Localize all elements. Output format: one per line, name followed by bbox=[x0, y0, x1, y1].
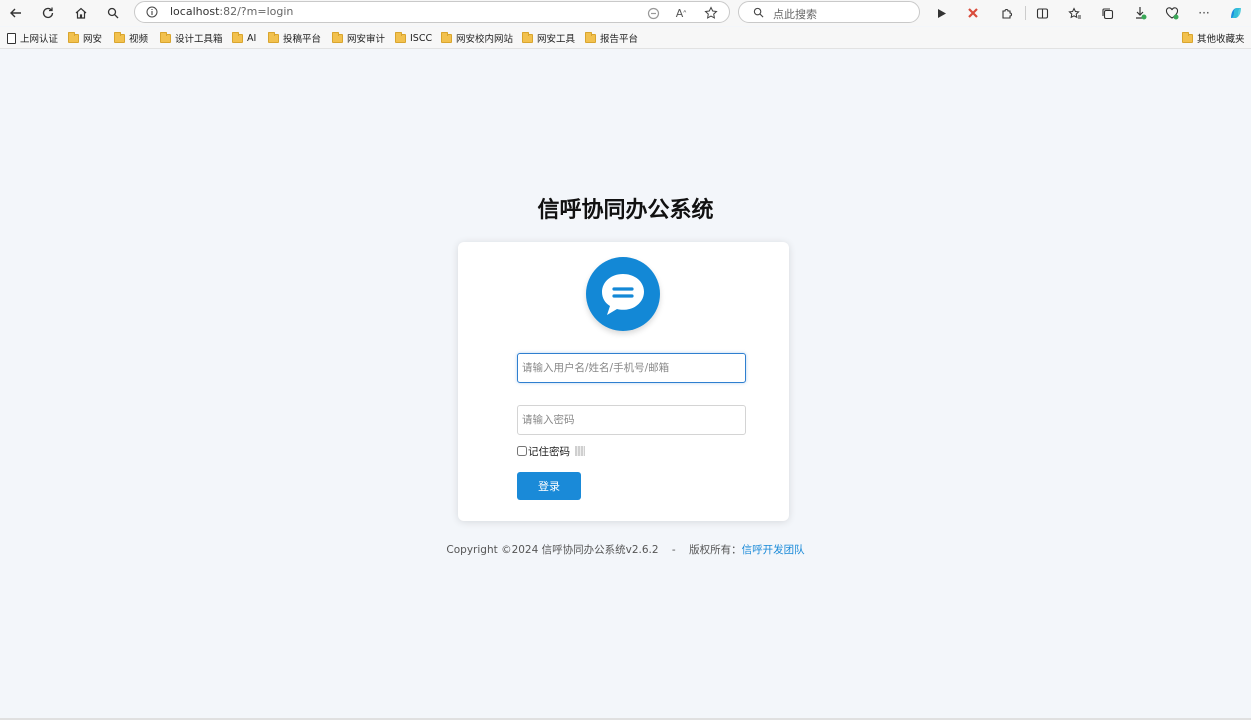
username-input[interactable] bbox=[517, 353, 746, 383]
address-bar[interactable]: localhost:82/?m=login Aᴬ bbox=[134, 1, 730, 23]
bookmarks-bar: 上网认证 网安 视频 设计工具箱 AI 投稿平台 网安审计 ISCC 网安校内网… bbox=[0, 27, 1251, 49]
folder-icon bbox=[585, 31, 596, 43]
back-icon[interactable] bbox=[6, 3, 26, 23]
folder-icon bbox=[1182, 31, 1193, 43]
read-aloud-icon[interactable]: Aᴬ bbox=[673, 5, 689, 21]
bookmark-folder[interactable]: 投稿平台 bbox=[268, 31, 321, 45]
folder-icon bbox=[68, 31, 79, 43]
folder-icon bbox=[395, 31, 406, 43]
page-icon bbox=[7, 32, 16, 44]
bookmark-label: 报告平台 bbox=[600, 34, 639, 45]
folder-icon bbox=[160, 31, 171, 43]
extension-icon[interactable] bbox=[963, 3, 983, 23]
bookmark-folder[interactable]: 网安审计 bbox=[332, 31, 385, 45]
qr-code-icon[interactable] bbox=[575, 446, 585, 456]
copilot-icon[interactable] bbox=[1226, 3, 1246, 23]
login-button[interactable]: 登录 bbox=[517, 472, 581, 500]
bookmark-folder[interactable]: 设计工具箱 bbox=[160, 31, 223, 45]
folder-icon bbox=[332, 31, 343, 43]
url-text: localhost:82/?m=login bbox=[170, 5, 293, 18]
bookmark-label: AI bbox=[247, 32, 257, 44]
remember-label: 记住密码 bbox=[528, 445, 570, 458]
bookmark-label: 视频 bbox=[129, 34, 149, 45]
browser-toolbar: localhost:82/?m=login Aᴬ 点此搜索 ··· bbox=[0, 0, 1251, 26]
folder-icon bbox=[268, 31, 279, 43]
bookmark-folder[interactable]: AI bbox=[232, 31, 256, 45]
bookmark-folder[interactable]: 网安 bbox=[68, 31, 102, 45]
footer-separator: - bbox=[671, 544, 676, 556]
folder-icon bbox=[522, 31, 533, 43]
bookmark-label: 网安 bbox=[83, 34, 103, 45]
bookmark-label: 其他收藏夹 bbox=[1197, 34, 1245, 45]
info-icon[interactable] bbox=[145, 5, 159, 19]
favorite-star-icon[interactable] bbox=[703, 5, 719, 21]
puzzle-icon[interactable] bbox=[996, 3, 1016, 23]
bookmark-label: ISCC bbox=[410, 32, 433, 44]
folder-icon bbox=[232, 31, 243, 43]
url-rest: :82/?m=login bbox=[219, 5, 294, 18]
bookmark-folder[interactable]: 报告平台 bbox=[585, 31, 638, 45]
toolbar-divider bbox=[1025, 6, 1026, 20]
bookmark-label: 网安校内网站 bbox=[456, 34, 514, 45]
bookmark-folder[interactable]: 视频 bbox=[114, 31, 148, 45]
bookmark-folder[interactable]: 网安工具 bbox=[522, 31, 575, 45]
translate-icon[interactable] bbox=[645, 5, 661, 21]
more-icon[interactable]: ··· bbox=[1194, 3, 1214, 23]
bookmark-label: 网安工具 bbox=[537, 34, 576, 45]
login-card: 记住密码 登录 bbox=[458, 242, 789, 521]
remember-password[interactable]: 记住密码 bbox=[517, 444, 570, 458]
search-icon[interactable] bbox=[103, 3, 123, 23]
refresh-icon[interactable] bbox=[38, 3, 58, 23]
footer-team-link[interactable]: 信呼开发团队 bbox=[742, 544, 805, 556]
play-icon[interactable] bbox=[931, 3, 951, 23]
home-icon[interactable] bbox=[71, 3, 91, 23]
footer-rights: 版权所有： bbox=[689, 544, 742, 556]
folder-icon bbox=[114, 31, 125, 43]
footer: Copyright ©2024 信呼协同办公系统v2.6.2 - 版权所有：信呼… bbox=[0, 542, 1251, 557]
collections-icon[interactable] bbox=[1097, 3, 1117, 23]
bookmark-label: 投稿平台 bbox=[283, 34, 322, 45]
bookmark-item[interactable]: 上网认证 bbox=[7, 31, 58, 45]
favorites-icon[interactable] bbox=[1065, 3, 1085, 23]
url-host: localhost bbox=[170, 5, 220, 18]
bookmark-folder[interactable]: ISCC bbox=[395, 31, 432, 45]
page-title: 信呼协同办公系统 bbox=[537, 198, 714, 223]
password-input[interactable] bbox=[517, 405, 746, 435]
chat-bubble-icon bbox=[586, 257, 660, 331]
footer-copyright: Copyright ©2024 信呼协同办公系统v2.6.2 bbox=[446, 544, 659, 556]
browser-search-box[interactable]: 点此搜索 bbox=[738, 1, 920, 23]
downloads-icon[interactable] bbox=[1130, 3, 1150, 23]
performance-icon[interactable] bbox=[1162, 3, 1182, 23]
folder-icon bbox=[441, 31, 452, 43]
other-bookmarks-folder[interactable]: 其他收藏夹 bbox=[1182, 31, 1245, 45]
bookmark-folder[interactable]: 网安校内网站 bbox=[441, 31, 513, 45]
remember-checkbox[interactable] bbox=[517, 446, 527, 456]
split-screen-icon[interactable] bbox=[1032, 3, 1052, 23]
browser-search-placeholder: 点此搜索 bbox=[773, 8, 817, 21]
bookmark-label: 上网认证 bbox=[20, 34, 59, 45]
search-icon bbox=[751, 5, 765, 19]
bookmark-label: 设计工具箱 bbox=[175, 34, 223, 45]
bookmark-label: 网安审计 bbox=[347, 34, 386, 45]
